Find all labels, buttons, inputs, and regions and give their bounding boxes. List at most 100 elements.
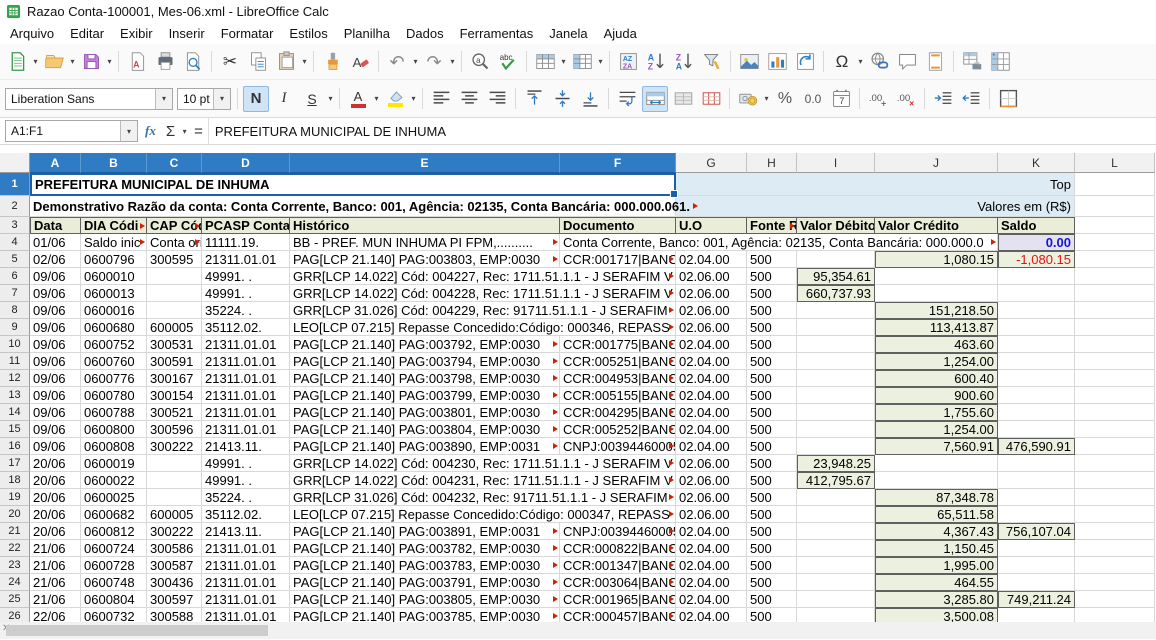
- insert-columns-dropdown-icon[interactable]: ▾: [596, 57, 605, 66]
- column-header-F[interactable]: F: [560, 153, 676, 173]
- cell-C24[interactable]: 300436: [147, 574, 202, 591]
- cell-C5[interactable]: 300595: [147, 251, 202, 268]
- open-file-dropdown-icon[interactable]: ▾: [68, 57, 77, 66]
- cell-L24[interactable]: [1075, 574, 1155, 591]
- cell-K13[interactable]: [998, 387, 1075, 404]
- cell-A12[interactable]: 09/06: [30, 370, 81, 387]
- cell-G1[interactable]: Top: [676, 173, 1075, 196]
- cell-H18[interactable]: 500: [747, 472, 797, 489]
- spelling-button[interactable]: abc: [495, 49, 521, 75]
- cell-G16[interactable]: 02.04.00: [676, 438, 747, 455]
- cell-I7[interactable]: 660,737.93: [797, 285, 875, 302]
- align-left-button[interactable]: [428, 86, 454, 112]
- cell-D17[interactable]: 49991. .: [202, 455, 290, 472]
- add-decimal-button[interactable]: .00+: [865, 86, 891, 112]
- cell-D4[interactable]: 11111.19.: [202, 234, 290, 251]
- cell-E17[interactable]: GRR[LCP 14.022] Cód: 004230, Rec: 1711.5…: [290, 455, 676, 472]
- date-format-button[interactable]: 7: [828, 86, 854, 112]
- print-preview-button[interactable]: [180, 49, 206, 75]
- cell-E5[interactable]: PAG[LCP 21.140] PAG:003803, EMP:0030: [290, 251, 560, 268]
- row-header-11[interactable]: 11: [0, 353, 30, 370]
- cell-I20[interactable]: [797, 506, 875, 523]
- cell-H7[interactable]: 500: [747, 285, 797, 302]
- sort-descending-button[interactable]: ZA: [671, 49, 697, 75]
- cell-K22[interactable]: [998, 540, 1075, 557]
- cell-H16[interactable]: 500: [747, 438, 797, 455]
- cut-button[interactable]: ✂: [217, 49, 243, 75]
- cell-K21[interactable]: 756,107.04: [998, 523, 1075, 540]
- row-header-12[interactable]: 12: [0, 370, 30, 387]
- cell-G6[interactable]: 02.06.00: [676, 268, 747, 285]
- row-header-13[interactable]: 13: [0, 387, 30, 404]
- cell-C4[interactable]: Conta ori: [147, 234, 202, 251]
- align-top-button[interactable]: [521, 86, 547, 112]
- menu-editar[interactable]: Editar: [62, 25, 112, 42]
- cell-I23[interactable]: [797, 557, 875, 574]
- delete-decimal-button[interactable]: .00×: [893, 86, 919, 112]
- cell-E12[interactable]: PAG[LCP 21.140] PAG:003798, EMP:0030: [290, 370, 560, 387]
- cell-B9[interactable]: 0600680: [81, 319, 147, 336]
- cell-G17[interactable]: 02.06.00: [676, 455, 747, 472]
- cell-A11[interactable]: 09/06: [30, 353, 81, 370]
- cell-K4[interactable]: 0.00: [998, 234, 1075, 251]
- cell-B19[interactable]: 0600025: [81, 489, 147, 506]
- cell-E8[interactable]: GRR[LCP 31.026] Cód: 004229, Rec: 91711.…: [290, 302, 676, 319]
- cell-A2[interactable]: Demonstrativo Razão da conta: Conta Corr…: [30, 196, 676, 217]
- cell-C25[interactable]: 300597: [147, 591, 202, 608]
- cell-F11[interactable]: CCR:005251|BANCO: [560, 353, 676, 370]
- cell-D15[interactable]: 21311.01.01: [202, 421, 290, 438]
- hyperlink-button[interactable]: [866, 49, 892, 75]
- cell-K24[interactable]: [998, 574, 1075, 591]
- cell-E23[interactable]: PAG[LCP 21.140] PAG:003783, EMP:0030: [290, 557, 560, 574]
- autofilter-button[interactable]: [699, 49, 725, 75]
- cell-B24[interactable]: 0600748: [81, 574, 147, 591]
- cell-I16[interactable]: [797, 438, 875, 455]
- merge-cells-button[interactable]: [670, 86, 696, 112]
- cell-J12[interactable]: 600.40: [875, 370, 998, 387]
- cell-G13[interactable]: 02.04.00: [676, 387, 747, 404]
- cell-D16[interactable]: 21413.11.: [202, 438, 290, 455]
- cell-L9[interactable]: [1075, 319, 1155, 336]
- cell-G5[interactable]: 02.04.00: [676, 251, 747, 268]
- cell-I6[interactable]: 95,354.61: [797, 268, 875, 285]
- cell-J23[interactable]: 1,995.00: [875, 557, 998, 574]
- cell-F4[interactable]: Conta Corrente, Banco: 001, Agência: 021…: [560, 234, 998, 251]
- cell-J9[interactable]: 113,413.87: [875, 319, 998, 336]
- undo-button[interactable]: ↶: [384, 49, 410, 75]
- cell-D9[interactable]: 35112.02.: [202, 319, 290, 336]
- sort-button[interactable]: AZZA: [615, 49, 641, 75]
- cell-I18[interactable]: 412,795.67: [797, 472, 875, 489]
- redo-button[interactable]: ↷: [421, 49, 447, 75]
- clone-formatting-button[interactable]: [319, 49, 345, 75]
- cell-E25[interactable]: PAG[LCP 21.140] PAG:003805, EMP:0030: [290, 591, 560, 608]
- cell-E4[interactable]: BB - PREF. MUN INHUMA PI FPM,..........: [290, 234, 560, 251]
- cell-D11[interactable]: 21311.01.01: [202, 353, 290, 370]
- cell-E11[interactable]: PAG[LCP 21.140] PAG:003794, EMP:0030: [290, 353, 560, 370]
- cell-B22[interactable]: 0600724: [81, 540, 147, 557]
- cell-A25[interactable]: 21/06: [30, 591, 81, 608]
- cell-E16[interactable]: PAG[LCP 21.140] PAG:003890, EMP:0031: [290, 438, 560, 455]
- row-header-6[interactable]: 6: [0, 268, 30, 285]
- cell-C21[interactable]: 300222: [147, 523, 202, 540]
- redo-dropdown-icon[interactable]: ▾: [448, 57, 457, 66]
- cell-K15[interactable]: [998, 421, 1075, 438]
- cell-G20[interactable]: 02.06.00: [676, 506, 747, 523]
- cell-F21[interactable]: CNPJ:003944600058: [560, 523, 676, 540]
- cell-H6[interactable]: 500: [747, 268, 797, 285]
- cell-F16[interactable]: CNPJ:003944600058: [560, 438, 676, 455]
- menu-planilha[interactable]: Planilha: [336, 25, 398, 42]
- cell-G24[interactable]: 02.04.00: [676, 574, 747, 591]
- cell-D25[interactable]: 21311.01.01: [202, 591, 290, 608]
- cell-L25[interactable]: [1075, 591, 1155, 608]
- menu-exibir[interactable]: Exibir: [112, 25, 161, 42]
- save-button[interactable]: [78, 49, 104, 75]
- print-area-button[interactable]: [959, 49, 985, 75]
- cell-A3[interactable]: Data: [30, 217, 81, 234]
- cell-D3[interactable]: PCASP Conta: [202, 217, 290, 234]
- cell-D5[interactable]: 21311.01.01: [202, 251, 290, 268]
- cell-H5[interactable]: 500: [747, 251, 797, 268]
- print-button[interactable]: [152, 49, 178, 75]
- row-header-9[interactable]: 9: [0, 319, 30, 336]
- font-name-select[interactable]: Liberation Sans▾: [5, 88, 173, 110]
- menu-ferramentas[interactable]: Ferramentas: [452, 25, 542, 42]
